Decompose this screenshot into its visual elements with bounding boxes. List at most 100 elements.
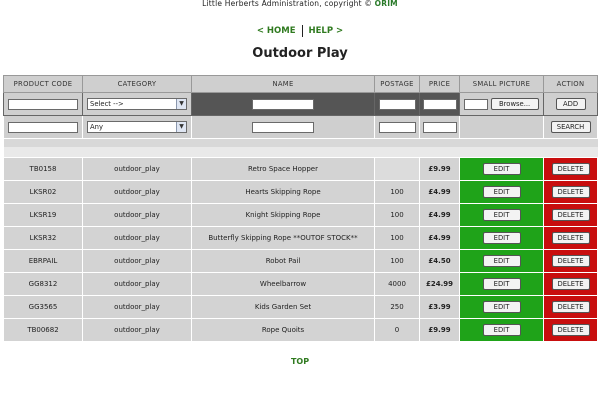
edit-button[interactable]: EDIT <box>482 278 521 290</box>
add-category-select[interactable]: Select --> ▼ <box>87 98 187 110</box>
edit-button[interactable]: EDIT <box>482 301 521 313</box>
delete-cell: DELETE <box>543 249 598 273</box>
edit-cell: EDIT <box>459 295 544 319</box>
delete-button[interactable]: DELETE <box>551 209 590 221</box>
edit-button[interactable]: EDIT <box>482 209 521 221</box>
category-cell: outdoor_play <box>82 272 192 296</box>
browse-button[interactable]: Browse... <box>490 98 539 110</box>
edit-button[interactable]: EDIT <box>482 186 521 198</box>
delete-cell: DELETE <box>543 157 598 181</box>
column-header-name: NAME <box>191 75 375 93</box>
delete-cell: DELETE <box>543 272 598 296</box>
product-code-cell: TB0158 <box>3 157 83 181</box>
nav-divider <box>301 24 303 37</box>
price-cell: £4.99 <box>419 180 460 204</box>
column-header-category: CATEGORY <box>82 75 192 93</box>
table-row: GG3565 outdoor_play Kids Garden Set 250 £3.9… <box>3 295 598 319</box>
edit-button[interactable]: EDIT <box>482 232 521 244</box>
table-spacer <box>3 138 598 147</box>
product-name-cell: Wheelbarrow <box>191 272 375 296</box>
add-category-value: Select --> <box>90 100 124 108</box>
product-name-cell: Robot Pail <box>191 249 375 273</box>
product-code-cell: LKSR19 <box>3 203 83 227</box>
table-row: TB0158 outdoor_play Retro Space Hopper £9.9… <box>3 157 598 181</box>
delete-button[interactable]: DELETE <box>551 255 590 267</box>
price-cell: £3.99 <box>419 295 460 319</box>
column-header-product-code: PRODUCT CODE <box>3 75 83 93</box>
add-product-row: Select --> ▼ Browse... ADD <box>3 92 598 116</box>
product-name-cell: Retro Space Hopper <box>191 157 375 181</box>
delete-cell: DELETE <box>543 203 598 227</box>
search-price-input[interactable] <box>422 121 457 133</box>
delete-cell: DELETE <box>543 295 598 319</box>
home-link[interactable]: < HOME <box>257 26 296 36</box>
product-table: PRODUCT CODE CATEGORY NAME POSTAGE PRICE… <box>3 75 598 342</box>
search-row: Any ▼ SEARCH <box>3 115 598 139</box>
edit-button[interactable]: EDIT <box>482 163 521 175</box>
search-category-value: Any <box>90 123 103 131</box>
table-row: LKSR02 outdoor_play Hearts Skipping Rope 10… <box>3 180 598 204</box>
search-category-select[interactable]: Any ▼ <box>87 121 187 133</box>
delete-button[interactable]: DELETE <box>551 163 590 175</box>
help-link[interactable]: HELP > <box>309 26 344 36</box>
top-link[interactable]: TOP <box>291 357 309 366</box>
delete-button[interactable]: DELETE <box>551 232 590 244</box>
table-row: TB00682 outdoor_play Rope Quoits 0 £9.99 EDIT… <box>3 318 598 342</box>
search-postage-input[interactable] <box>378 121 416 133</box>
price-cell: £24.99 <box>419 272 460 296</box>
admin-header: Little Herberts Administration, copyrigh… <box>0 0 600 10</box>
edit-cell: EDIT <box>459 318 544 342</box>
category-cell: outdoor_play <box>82 157 192 181</box>
add-button[interactable]: ADD <box>555 98 586 110</box>
product-code-cell: LKSR32 <box>3 226 83 250</box>
admin-text: Little Herberts Administration, copyrigh… <box>202 0 373 8</box>
chevron-down-icon: ▼ <box>176 99 186 109</box>
search-name-input[interactable] <box>252 121 314 133</box>
table-row: LKSR19 outdoor_play Knight Skipping Rope 10… <box>3 203 598 227</box>
edit-cell: EDIT <box>459 157 544 181</box>
category-cell: outdoor_play <box>82 318 192 342</box>
edit-button[interactable]: EDIT <box>482 324 521 336</box>
product-name-cell: Hearts Skipping Rope <box>191 180 375 204</box>
product-name-cell: Butterfly Skipping Rope **OUTOF STOCK** <box>191 226 375 250</box>
postage-cell: 4000 <box>374 272 420 296</box>
postage-cell: 0 <box>374 318 420 342</box>
brand-name: ORIM <box>374 0 398 8</box>
search-code-input[interactable] <box>8 121 78 133</box>
price-cell: £4.99 <box>419 226 460 250</box>
delete-button[interactable]: DELETE <box>551 278 590 290</box>
edit-button[interactable]: EDIT <box>482 255 521 267</box>
top-nav: < HOME HELP > <box>0 24 600 38</box>
add-price-input[interactable] <box>422 98 457 110</box>
edit-cell: EDIT <box>459 180 544 204</box>
category-cell: outdoor_play <box>82 180 192 204</box>
price-cell: £9.99 <box>419 318 460 342</box>
product-name-cell: Knight Skipping Rope <box>191 203 375 227</box>
add-postage-input[interactable] <box>378 98 416 110</box>
edit-cell: EDIT <box>459 272 544 296</box>
delete-button[interactable]: DELETE <box>551 301 590 313</box>
edit-cell: EDIT <box>459 203 544 227</box>
footer: TOP <box>0 357 600 366</box>
price-cell: £4.50 <box>419 249 460 273</box>
postage-cell: 100 <box>374 249 420 273</box>
delete-button[interactable]: DELETE <box>551 324 590 336</box>
add-name-input[interactable] <box>252 98 314 110</box>
delete-button[interactable]: DELETE <box>551 186 590 198</box>
add-code-input[interactable] <box>8 98 78 110</box>
table-header-row: PRODUCT CODE CATEGORY NAME POSTAGE PRICE… <box>3 75 598 93</box>
table-row: LKSR32 outdoor_play Butterfly Skipping Rop… <box>3 226 598 250</box>
table-row: EBRPAIL outdoor_play Robot Pail 100 £4.50 EDI… <box>3 249 598 273</box>
table-row: GG8312 outdoor_play Wheelbarrow 4000 £24.99 E… <box>3 272 598 296</box>
add-picture-path-input[interactable] <box>464 98 489 110</box>
price-cell: £9.99 <box>419 157 460 181</box>
price-cell: £4.99 <box>419 203 460 227</box>
product-code-cell: GG3565 <box>3 295 83 319</box>
postage-cell <box>374 157 420 181</box>
edit-cell: EDIT <box>459 249 544 273</box>
column-header-small-picture: SMALL PICTURE <box>459 75 544 93</box>
page-title: Outdoor Play <box>252 46 348 61</box>
page: Little Herberts Administration, copyrigh… <box>0 0 600 402</box>
search-button[interactable]: SEARCH <box>550 121 591 133</box>
column-header-action: ACTION <box>543 75 598 93</box>
